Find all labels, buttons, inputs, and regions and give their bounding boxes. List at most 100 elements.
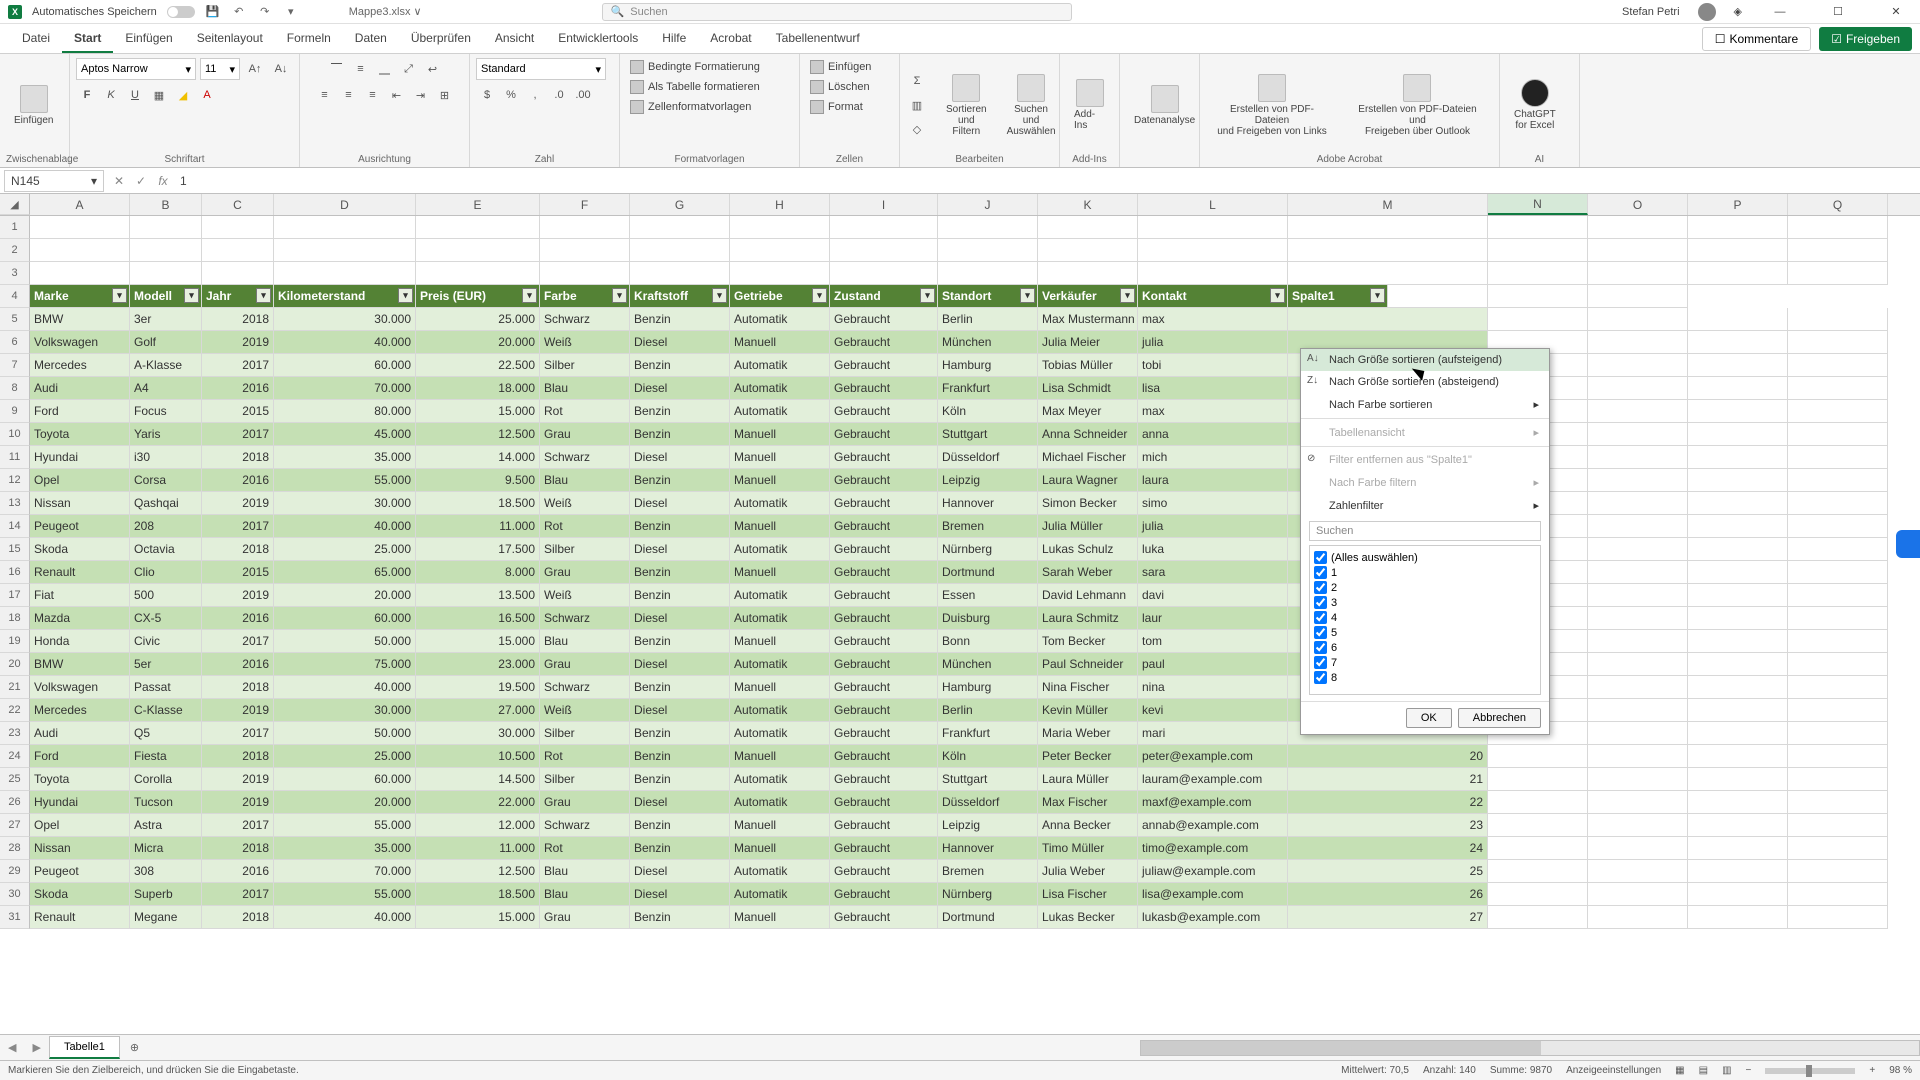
table-cell[interactable]: mari: [1138, 722, 1288, 745]
column-header[interactable]: P: [1688, 194, 1788, 215]
table-cell[interactable]: Gebraucht: [830, 722, 938, 745]
table-cell[interactable]: Tucson: [130, 791, 202, 814]
column-header[interactable]: E: [416, 194, 540, 215]
cell[interactable]: [1788, 883, 1888, 906]
cell[interactable]: [1588, 676, 1688, 699]
cell[interactable]: [1688, 354, 1788, 377]
ribbon-tab-tabellenentwurf[interactable]: Tabellenentwurf: [764, 25, 872, 53]
table-cell[interactable]: Manuell: [730, 676, 830, 699]
table-cell[interactable]: luka: [1138, 538, 1288, 561]
table-cell[interactable]: [1288, 308, 1488, 331]
cell[interactable]: [630, 262, 730, 285]
table-cell[interactable]: Benzin: [630, 768, 730, 791]
table-cell[interactable]: Diesel: [630, 791, 730, 814]
table-cell[interactable]: Silber: [540, 354, 630, 377]
cell[interactable]: [1688, 630, 1788, 653]
table-cell[interactable]: Mercedes: [30, 699, 130, 722]
cell[interactable]: [1488, 791, 1588, 814]
cell[interactable]: [1588, 722, 1688, 745]
table-cell[interactable]: Julia Meier: [1038, 331, 1138, 354]
cell[interactable]: [1688, 837, 1788, 860]
cell[interactable]: [1788, 308, 1888, 331]
table-cell[interactable]: Gebraucht: [830, 630, 938, 653]
cell[interactable]: [1588, 354, 1688, 377]
cell[interactable]: [1588, 538, 1688, 561]
filter-value-item[interactable]: 3: [1314, 595, 1536, 610]
cell[interactable]: [1588, 331, 1688, 354]
table-cell[interactable]: Benzin: [630, 561, 730, 584]
align-center-icon[interactable]: ≡: [338, 84, 360, 106]
table-cell[interactable]: 60.000: [274, 607, 416, 630]
table-cell[interactable]: Automatik: [730, 492, 830, 515]
select-all-corner[interactable]: ◢: [0, 194, 30, 215]
cell[interactable]: [1588, 745, 1688, 768]
table-cell[interactable]: Manuell: [730, 331, 830, 354]
table-cell[interactable]: Max Mustermann: [1038, 308, 1138, 331]
filter-cancel-button[interactable]: Abbrechen: [1458, 708, 1541, 728]
cell[interactable]: [1588, 607, 1688, 630]
sort-ascending-item[interactable]: A↓Nach Größe sortieren (aufsteigend): [1301, 349, 1549, 371]
table-cell[interactable]: Simon Becker: [1038, 492, 1138, 515]
cell[interactable]: [1688, 860, 1788, 883]
ribbon-tab-entwicklertools[interactable]: Entwicklertools: [546, 25, 650, 53]
cell[interactable]: [1688, 722, 1788, 745]
filter-value-item[interactable]: 4: [1314, 610, 1536, 625]
underline-button[interactable]: U: [124, 84, 146, 106]
table-cell[interactable]: Lukas Becker: [1038, 906, 1138, 929]
table-cell[interactable]: Toyota: [30, 768, 130, 791]
cell[interactable]: [1488, 745, 1588, 768]
cell[interactable]: [1488, 883, 1588, 906]
table-cell[interactable]: Gebraucht: [830, 860, 938, 883]
table-cell[interactable]: Leipzig: [938, 814, 1038, 837]
view-normal-icon[interactable]: ▦: [1675, 1065, 1684, 1076]
table-cell[interactable]: 18.000: [416, 377, 540, 400]
cell[interactable]: [1688, 699, 1788, 722]
table-cell[interactable]: Benzin: [630, 423, 730, 446]
table-cell[interactable]: Focus: [130, 400, 202, 423]
cell[interactable]: [1788, 446, 1888, 469]
cell[interactable]: [1688, 308, 1788, 331]
table-cell[interactable]: Audi: [30, 722, 130, 745]
align-left-icon[interactable]: ≡: [314, 84, 336, 106]
table-cell[interactable]: Renault: [30, 561, 130, 584]
table-cell[interactable]: Skoda: [30, 538, 130, 561]
cell[interactable]: [30, 216, 130, 239]
table-header[interactable]: Spalte1▾: [1288, 285, 1388, 308]
spreadsheet-grid[interactable]: ◢ABCDEFGHIJKLMNOPQ 1234Marke▾Modell▾Jahr…: [0, 194, 1920, 1034]
cell[interactable]: [1588, 308, 1688, 331]
undo-icon[interactable]: ↶: [231, 4, 247, 20]
fx-icon[interactable]: fx: [152, 174, 174, 188]
table-cell[interactable]: Automatik: [730, 653, 830, 676]
cell[interactable]: [1288, 239, 1488, 262]
table-cell[interactable]: 25: [1288, 860, 1488, 883]
filter-button[interactable]: ▾: [112, 288, 127, 303]
new-sheet-button[interactable]: ⊕: [120, 1041, 149, 1054]
table-cell[interactable]: 75.000: [274, 653, 416, 676]
cell[interactable]: [1688, 469, 1788, 492]
row-header[interactable]: 8: [0, 377, 30, 400]
cell[interactable]: [1788, 837, 1888, 860]
cell[interactable]: [1488, 285, 1588, 308]
table-cell[interactable]: 14.500: [416, 768, 540, 791]
cell[interactable]: [1138, 216, 1288, 239]
row-header[interactable]: 29: [0, 860, 30, 883]
table-cell[interactable]: 2019: [202, 699, 274, 722]
table-cell[interactable]: 12.500: [416, 423, 540, 446]
table-cell[interactable]: Manuell: [730, 745, 830, 768]
table-cell[interactable]: Benzin: [630, 354, 730, 377]
cell[interactable]: [730, 239, 830, 262]
table-cell[interactable]: 9.500: [416, 469, 540, 492]
table-cell[interactable]: CX-5: [130, 607, 202, 630]
format-cells-button[interactable]: Format: [806, 98, 867, 116]
cell[interactable]: [1688, 906, 1788, 929]
filter-value-list[interactable]: (Alles auswählen) 12345678: [1309, 545, 1541, 695]
table-header[interactable]: Verkäufer▾: [1038, 285, 1138, 308]
table-cell[interactable]: 2019: [202, 768, 274, 791]
cell[interactable]: [1588, 377, 1688, 400]
diamond-icon[interactable]: ◈: [1734, 5, 1742, 18]
ribbon-tab-formeln[interactable]: Formeln: [275, 25, 343, 53]
column-header[interactable]: F: [540, 194, 630, 215]
table-cell[interactable]: Diesel: [630, 607, 730, 630]
increase-font-icon[interactable]: A↑: [244, 58, 266, 80]
fill-color-button[interactable]: ◢: [172, 84, 194, 106]
